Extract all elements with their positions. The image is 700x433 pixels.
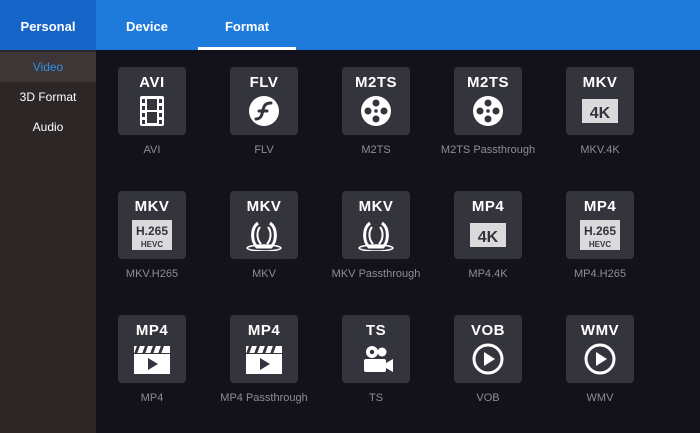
format-badge-label: VOB — [470, 322, 505, 339]
format-badge-label: MKV — [246, 198, 282, 215]
format-tile-avi[interactable]: AVI AVI — [96, 50, 208, 160]
format-icon-box: FLV — [230, 67, 298, 135]
play-circle-icon — [472, 343, 504, 375]
4k-badge-icon: 4K — [582, 99, 618, 123]
format-badge-label: MP4 — [583, 198, 617, 215]
format-tile-m2ts[interactable]: M2TS M2TS — [320, 50, 432, 160]
format-tile-vob[interactable]: VOB VOB — [432, 298, 544, 408]
format-tile-mp4[interactable]: MP4 MP4 — [96, 298, 208, 408]
h265-badge-icon: H.265 HEVC — [132, 220, 172, 250]
format-tile-mp4-4k[interactable]: MP4 4K MP4.4K — [432, 174, 544, 284]
format-icon-box: MKV H.265 HEVC — [118, 191, 186, 259]
format-icon-box: VOB — [454, 315, 522, 383]
4k-badge-icon: 4K — [470, 223, 506, 247]
svg-text:HEVC: HEVC — [141, 240, 163, 249]
format-icon-box: MKV — [342, 191, 410, 259]
tab-personal[interactable]: Personal — [0, 0, 96, 50]
format-icon-box: AVI — [118, 67, 186, 135]
flash-icon — [249, 96, 279, 126]
svg-text:4K: 4K — [478, 229, 499, 246]
format-tile-wmv[interactable]: WMV WMV — [544, 298, 656, 408]
sidebar-item-audio[interactable]: Audio — [0, 112, 96, 142]
svg-text:H.265: H.265 — [584, 224, 616, 238]
svg-text:HEVC: HEVC — [589, 240, 611, 249]
format-tile-mp4-h265[interactable]: MP4 H.265 HEVC MP4.H265 — [544, 174, 656, 284]
format-badge-label: M2TS — [466, 74, 509, 91]
format-icon-box: MP4 — [230, 315, 298, 383]
tab-format[interactable]: Format — [198, 0, 296, 50]
format-tile-mkv-4k[interactable]: MKV 4K MKV.4K — [544, 50, 656, 160]
format-caption: MP4.H265 — [574, 268, 626, 280]
svg-text:4K: 4K — [590, 105, 611, 122]
clapper-play-icon — [246, 346, 282, 374]
clapper-play-icon — [134, 346, 170, 374]
film-reel-icon — [361, 96, 391, 126]
format-tile-mkv[interactable]: MKV MKV — [208, 174, 320, 284]
format-tile-mp4-passthrough[interactable]: MP4 MP4 Passthrough — [208, 298, 320, 408]
format-icon-box: MP4 H.265 HEVC — [566, 191, 634, 259]
h265-badge-icon: H.265 HEVC — [580, 220, 620, 250]
format-badge-label: MP4 — [135, 322, 169, 339]
format-tile-m2ts-passthrough[interactable]: M2TS M2TS Passthrough — [432, 50, 544, 160]
format-icon-box: MKV 4K — [566, 67, 634, 135]
format-tile-flv[interactable]: FLV FLV — [208, 50, 320, 160]
format-icon-box: WMV — [566, 315, 634, 383]
format-caption: MKV.4K — [580, 144, 620, 156]
format-caption: WMV — [586, 392, 614, 404]
film-strip-icon — [140, 96, 164, 126]
format-tile-ts[interactable]: TS TS — [320, 298, 432, 408]
format-tile-mkv-h265[interactable]: MKV H.265 HEVC MKV.H265 — [96, 174, 208, 284]
top-tab-bar: Personal Device Format — [0, 0, 700, 50]
category-sidebar: Video 3D Format Audio — [0, 50, 96, 433]
tab-device[interactable]: Device — [100, 0, 194, 50]
video-camera-icon — [364, 346, 393, 372]
matroska-icon — [246, 221, 282, 251]
play-circle-icon — [584, 343, 616, 375]
format-grid: AVI AVI FLV FLV M2TS M2TS M2TS M2TS Passthr… — [96, 50, 700, 433]
format-badge-label: M2TS — [354, 74, 397, 91]
format-icon-box: MP4 — [118, 315, 186, 383]
format-badge-label: FLV — [249, 74, 279, 91]
format-badge-label: MP4 — [471, 198, 505, 215]
format-badge-label: WMV — [580, 322, 620, 339]
format-badge-label: AVI — [139, 74, 165, 91]
format-icon-box: MKV — [230, 191, 298, 259]
format-icon-box: MP4 4K — [454, 191, 522, 259]
matroska-icon — [358, 221, 394, 251]
svg-text:H.265: H.265 — [136, 224, 168, 238]
format-badge-label: MKV — [582, 74, 618, 91]
format-badge-label: MKV — [134, 198, 170, 215]
format-badge-label: TS — [365, 322, 387, 339]
sidebar-item-3d-format[interactable]: 3D Format — [0, 82, 96, 112]
format-icon-box: M2TS — [454, 67, 522, 135]
format-tile-mkv-passthrough[interactable]: MKV MKV Passthrough — [320, 174, 432, 284]
format-icon-box: M2TS — [342, 67, 410, 135]
format-badge-label: MP4 — [247, 322, 281, 339]
format-badge-label: MKV — [358, 198, 394, 215]
film-reel-icon — [473, 96, 503, 126]
format-icon-box: TS — [342, 315, 410, 383]
sidebar-item-video[interactable]: Video — [0, 52, 96, 82]
